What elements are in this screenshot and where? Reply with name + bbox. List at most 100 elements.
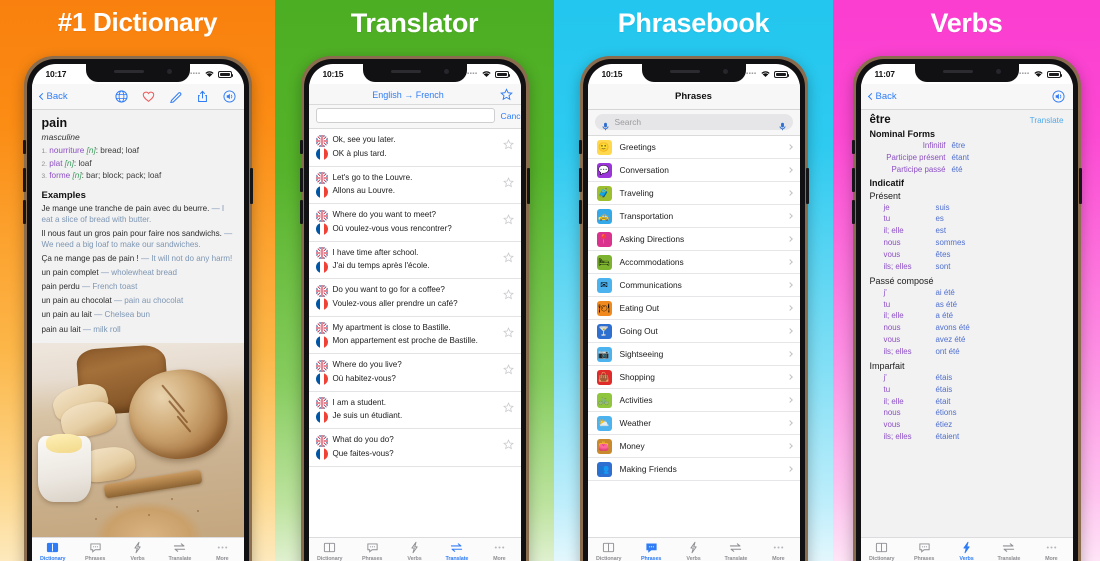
translation-row[interactable]: My apartment is close to Bastille. Mon a… <box>308 317 521 354</box>
back-button[interactable]: Back <box>867 91 897 102</box>
category-label: Accommodations <box>619 257 684 267</box>
example-row: pain perdu — French toast <box>42 282 234 293</box>
translation-row[interactable]: I have time after school. J'ai du temps … <box>308 242 521 279</box>
tab-more[interactable]: More <box>757 541 799 561</box>
translate-link[interactable]: Translate <box>1030 116 1064 125</box>
tab-verbs[interactable]: Verbs <box>672 541 714 561</box>
star-icon[interactable] <box>502 400 514 418</box>
star-icon[interactable] <box>502 287 514 305</box>
pencil-icon[interactable] <box>169 90 182 104</box>
tab-label: Translate <box>997 555 1021 561</box>
star-icon[interactable] <box>502 212 514 230</box>
category-row[interactable]: 🧳 Traveling <box>587 182 800 205</box>
tab-phrases[interactable]: Phrases <box>630 541 672 561</box>
tab-translate[interactable]: Translate <box>159 541 201 561</box>
translation-row[interactable]: Where do you live? Où habitez-vous? <box>308 354 521 392</box>
tab-dictionary[interactable]: Dictionary <box>588 541 630 561</box>
star-icon[interactable] <box>502 362 514 380</box>
category-row[interactable]: 👥 Making Friends <box>587 458 800 481</box>
translation-list[interactable]: Ok, see you later. OK à plus tard. Let's… <box>308 129 521 537</box>
share-icon[interactable] <box>196 90 209 103</box>
translation-row[interactable]: Where do you want to meet? Où voulez-vou… <box>308 204 521 242</box>
example-en: — It will not do any harm! <box>140 253 233 263</box>
panel-phrasebook: Phrasebook 10:15 ▪▪▪▪ Phrases Search 🙂 G… <box>554 0 833 561</box>
translate-input[interactable] <box>315 108 495 123</box>
tab-phrases[interactable]: Phrases <box>903 541 945 561</box>
tab-bar[interactable]: Dictionary Phrases Verbs Translate More <box>308 537 521 561</box>
chevron-right-icon <box>786 236 793 242</box>
category-row[interactable]: 📍 Asking Directions <box>587 228 800 251</box>
verb-form: étais <box>935 372 953 382</box>
star-icon[interactable] <box>502 250 514 268</box>
category-row[interactable]: 📷 Sightseeing <box>587 343 800 366</box>
tab-dictionary[interactable]: Dictionary <box>309 541 351 561</box>
tab-phrases[interactable]: Phrases <box>351 541 393 561</box>
translation-row[interactable]: Let's go to the Louvre. Allons au Louvre… <box>308 167 521 204</box>
tab-phrases[interactable]: Phrases <box>74 541 116 561</box>
translation-row[interactable]: What do you do? Que faites-vous? <box>308 429 521 467</box>
speaker-icon[interactable] <box>1051 90 1065 103</box>
category-row[interactable]: ⛅ Weather <box>587 412 800 435</box>
pronoun: ils; elles <box>883 432 912 442</box>
star-icon[interactable] <box>502 175 514 193</box>
dictionary-entry: pain masculine 1. nourriture [n]: bread;… <box>31 110 244 343</box>
star-icon[interactable] <box>499 88 513 101</box>
back-button[interactable]: Back <box>38 91 68 102</box>
cancel-button[interactable]: Cancel <box>501 111 521 121</box>
microphone-icon[interactable] <box>601 118 610 130</box>
tab-translate[interactable]: Translate <box>436 541 478 561</box>
category-row[interactable]: 🛏 Accommodations <box>587 251 800 274</box>
category-row[interactable]: 🍽 Eating Out <box>587 297 800 320</box>
category-row[interactable]: 🙂 Greetings <box>587 136 800 159</box>
flag-uk-icon <box>315 397 328 409</box>
heart-icon[interactable] <box>142 90 155 103</box>
example-fr: un pain au lait <box>41 310 92 320</box>
tab-translate[interactable]: Translate <box>988 541 1030 561</box>
tab-more[interactable]: More <box>478 541 520 561</box>
tab-more[interactable]: More <box>1030 541 1072 561</box>
book-icon <box>875 541 888 554</box>
example-row: un pain complet — wholewheat bread <box>42 268 234 279</box>
globe-icon[interactable] <box>114 90 128 103</box>
status-bar: 10:15 ▪▪▪▪ <box>309 64 521 84</box>
tab-verbs[interactable]: Verbs <box>393 541 435 561</box>
star-icon[interactable] <box>502 325 514 343</box>
tab-bar[interactable]: Dictionary Phrases Verbs Translate More <box>860 537 1073 561</box>
examples-heading: Examples <box>41 190 86 202</box>
category-list[interactable]: 🙂 Greetings 💬 Conversation 🧳 Traveling 🚕… <box>587 136 800 537</box>
tab-more[interactable]: More <box>201 541 243 561</box>
translation-row[interactable]: I am a student. Je suis un étudiant. <box>308 392 521 429</box>
star-icon[interactable] <box>502 137 514 155</box>
category-icon: 🛏 <box>596 254 612 270</box>
language-pair-button[interactable]: English → French <box>317 90 500 100</box>
translation-row[interactable]: Do you want to go for a coffee? Voulez-v… <box>308 279 521 317</box>
category-icon: 🙂 <box>596 139 612 155</box>
status-time: 11:07 <box>874 69 895 79</box>
category-row[interactable]: ✉ Communications <box>587 274 800 297</box>
category-row[interactable]: 💬 Conversation <box>587 159 800 182</box>
phrase-target: Où habitez-vous? <box>332 373 396 383</box>
translation-row[interactable]: Ok, see you later. OK à plus tard. <box>308 129 521 167</box>
speaker-icon[interactable] <box>222 90 236 103</box>
category-row[interactable]: 👛 Money <box>587 435 800 458</box>
tab-verbs[interactable]: Verbs <box>945 541 987 561</box>
phone-mockup: 10:15 ▪▪▪▪ Phrases Search 🙂 Greetings 💬 … <box>578 56 809 561</box>
part-of-speech: [n] <box>64 158 74 168</box>
tab-bar[interactable]: Dictionary Phrases Verbs Translate More <box>31 537 244 561</box>
star-icon[interactable] <box>502 437 514 455</box>
category-row[interactable]: 🚲 Activities <box>587 389 800 412</box>
verb-title: être <box>869 114 891 126</box>
category-row[interactable]: 🍸 Going Out <box>587 320 800 343</box>
definition-term: plat <box>49 158 63 168</box>
category-row[interactable]: 🚕 Transportation <box>587 205 800 228</box>
tab-translate[interactable]: Translate <box>715 541 757 561</box>
search-input[interactable]: Search <box>594 114 793 130</box>
category-row[interactable]: 👜 Shopping <box>587 366 800 389</box>
tab-dictionary[interactable]: Dictionary <box>32 541 74 561</box>
tab-dictionary[interactable]: Dictionary <box>861 541 903 561</box>
tab-bar[interactable]: Dictionary Phrases Verbs Translate More <box>587 537 800 561</box>
tab-label: Verbs <box>959 555 974 561</box>
tab-verbs[interactable]: Verbs <box>116 541 158 561</box>
tab-label: Translate <box>445 555 469 561</box>
microphone-icon[interactable] <box>778 118 787 130</box>
